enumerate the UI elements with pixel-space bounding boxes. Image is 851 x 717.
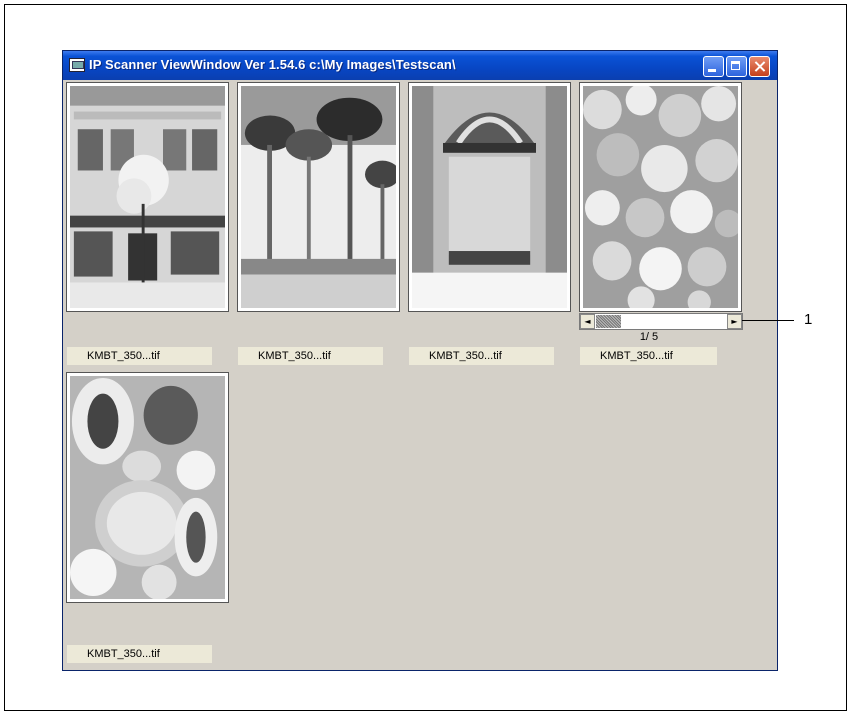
- thumbnail-caption: KMBT_350...tif: [580, 347, 717, 365]
- maximize-button[interactable]: [726, 56, 747, 77]
- awning-photo: [412, 86, 567, 308]
- thumbnail-caption: KMBT_350...tif: [67, 645, 212, 663]
- thumbnail-image[interactable]: [579, 82, 742, 312]
- thumbnail-image[interactable]: [237, 82, 400, 312]
- scroll-left-button[interactable]: ◄: [580, 314, 595, 329]
- fruit-pile-photo: [583, 86, 738, 308]
- scroll-right-button[interactable]: ►: [727, 314, 742, 329]
- callout-leader-line: [742, 320, 794, 321]
- scanner-app-icon[interactable]: [69, 58, 85, 72]
- minimize-button[interactable]: [703, 56, 724, 77]
- thumbnail-caption: KMBT_350...tif: [409, 347, 554, 365]
- thumbnail-image[interactable]: [408, 82, 571, 312]
- page-scrollbar[interactable]: ◄ ►: [579, 313, 743, 330]
- thumbnail-image[interactable]: [66, 372, 229, 603]
- title-bar[interactable]: IP Scanner ViewWindow Ver 1.54.6 c:\My I…: [63, 51, 777, 80]
- close-button[interactable]: [749, 56, 770, 77]
- page-indicator: 1/ 5: [639, 331, 659, 343]
- callout-label: 1: [804, 311, 813, 328]
- viewer-window: IP Scanner ViewWindow Ver 1.54.6 c:\My I…: [62, 50, 778, 671]
- window-title: IP Scanner ViewWindow Ver 1.54.6 c:\My I…: [89, 57, 456, 72]
- thumbnail-caption: KMBT_350...tif: [67, 347, 212, 365]
- cut-fruit-photo: [70, 376, 225, 599]
- thumbnail-image[interactable]: [66, 82, 229, 312]
- building-photo: [70, 86, 225, 308]
- scrollbar-thumb[interactable]: [596, 315, 621, 328]
- palm-trees-photo: [241, 86, 396, 308]
- thumbnail-caption: KMBT_350...tif: [238, 347, 383, 365]
